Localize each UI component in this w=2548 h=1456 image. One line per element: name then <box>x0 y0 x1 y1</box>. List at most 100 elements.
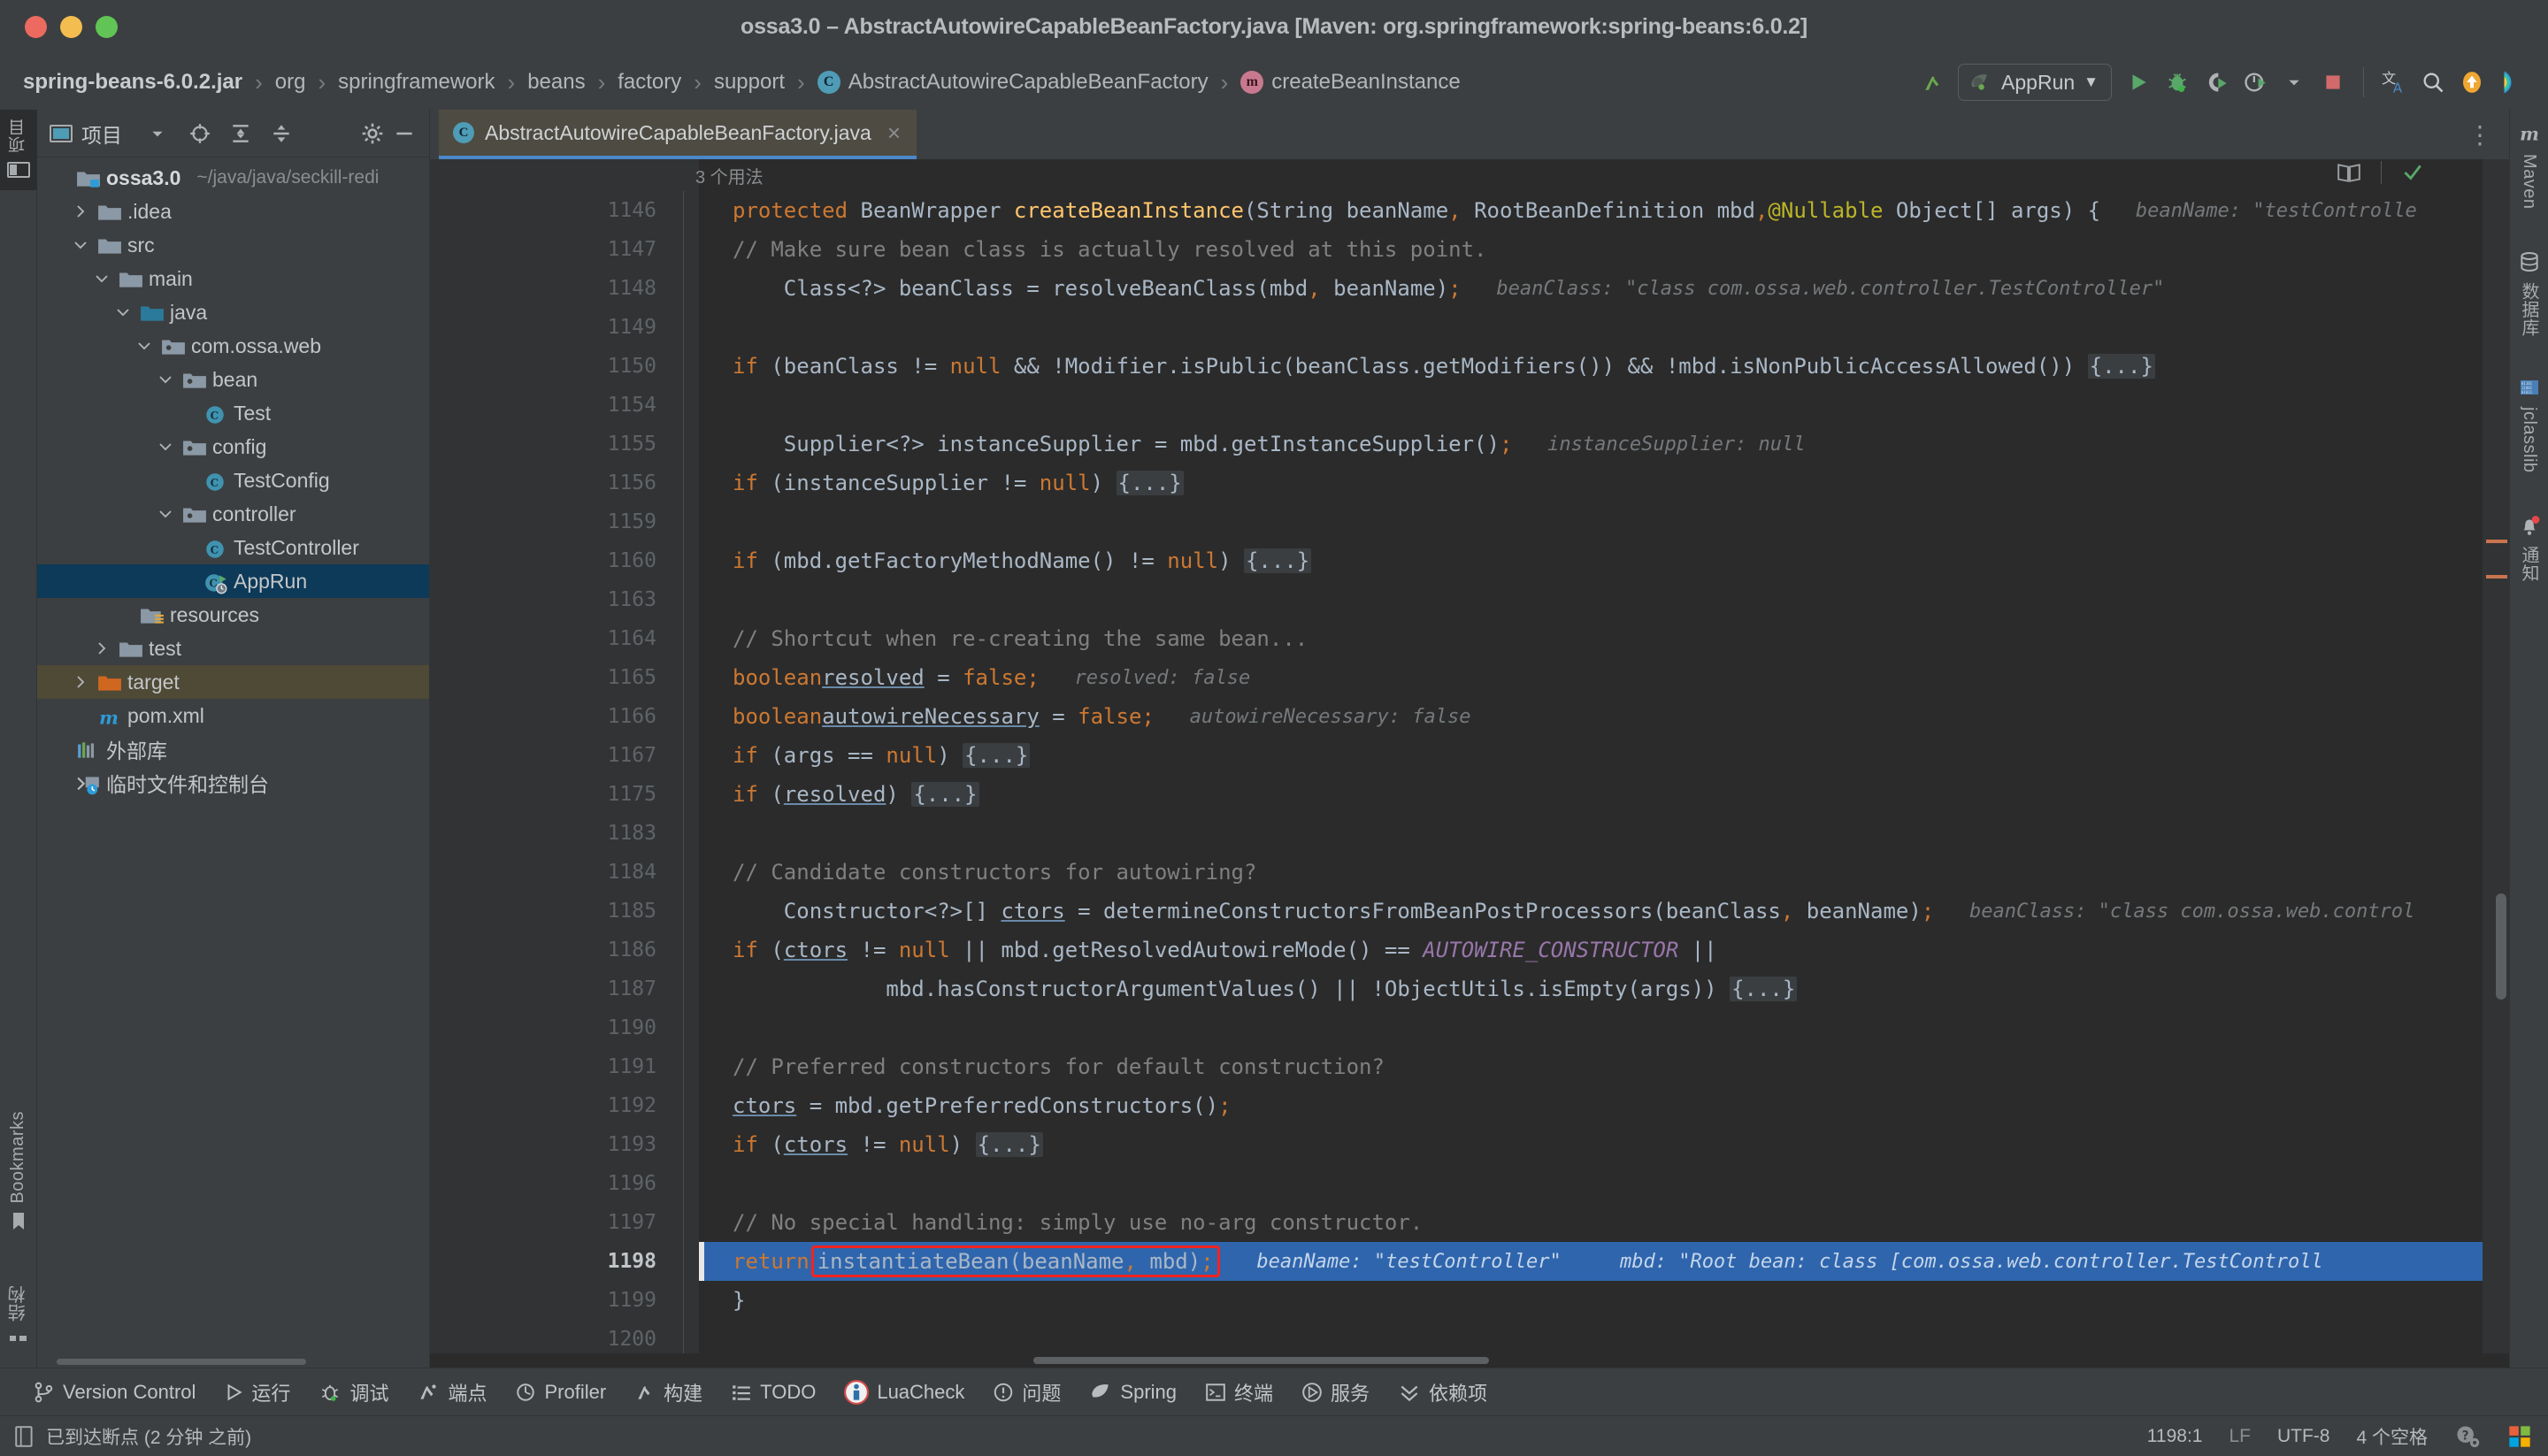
toolwindow-button--[interactable]: 端点 <box>403 1373 501 1412</box>
line-number-gutter[interactable]: 1146− 1147 1148 1149 1150+ 1154 1155 1156+ 1159 1… <box>430 159 692 1353</box>
toolwindow-button--[interactable]: 问题 <box>979 1373 1075 1412</box>
toolwindow-button--[interactable]: 调试 <box>304 1373 403 1412</box>
code-line[interactable]: Supplier<?> instanceSupplier = mbd.getIn… <box>699 425 2483 464</box>
line-number[interactable]: 1199− <box>430 1281 692 1320</box>
indent-setting[interactable]: 4 个空格 <box>2356 1423 2428 1450</box>
chevron-down-icon[interactable] <box>156 507 175 521</box>
stripe-mark[interactable] <box>2486 575 2507 579</box>
vertical-scrollbar-thumb[interactable] <box>2496 893 2506 1000</box>
line-number[interactable]: 1163 <box>430 580 669 619</box>
sidebar-item-notifications[interactable]: 通知 <box>2516 514 2542 582</box>
run-configuration-selector[interactable]: AppRun ▼ <box>1958 64 2112 101</box>
windows-squares-icon[interactable] <box>2507 1424 2532 1449</box>
code-line[interactable]: Constructor<?>[] ctors = determineConstr… <box>699 892 2483 931</box>
breadcrumb-item-support[interactable]: support <box>714 70 785 95</box>
gear-icon[interactable] <box>357 118 388 149</box>
breadcrumb-item-org[interactable]: org <box>275 70 306 95</box>
file-encoding[interactable]: UTF-8 <box>2277 1426 2330 1447</box>
minimize-window-button[interactable] <box>60 16 82 38</box>
line-number[interactable]: 1150+ <box>430 347 692 386</box>
line-number[interactable]: 1164 <box>430 619 669 658</box>
expand-all-button[interactable] <box>225 118 257 149</box>
stop-button[interactable] <box>2314 63 2352 102</box>
code-line[interactable]: if (args == null) {...} <box>699 736 2483 775</box>
code-line[interactable]: mbd.hasConstructorArgumentValues() || !O… <box>699 969 2483 1008</box>
code-line[interactable]: Class<?> beanClass = resolveBeanClass(mb… <box>699 269 2483 308</box>
close-window-button[interactable] <box>25 16 47 38</box>
sidebar-item-bookmarks[interactable]: Bookmarks <box>8 1102 28 1241</box>
chevron-down-icon[interactable]: ▼ <box>2084 73 2099 91</box>
toolwindow-button-spring[interactable]: Spring <box>1075 1373 1191 1412</box>
toolwindow-button--[interactable]: 依赖项 <box>1384 1373 1501 1412</box>
ide-assistant-button[interactable] <box>2491 63 2530 102</box>
chevron-down-icon[interactable] <box>134 339 154 353</box>
tree-node-test[interactable]: C Test <box>37 396 429 430</box>
kebab-menu-icon[interactable]: ⋮ <box>2467 120 2493 149</box>
tree-node-test[interactable]: test <box>37 632 429 665</box>
code-line[interactable]: } <box>699 1281 2483 1320</box>
profiler-dropdown[interactable] <box>2275 63 2314 102</box>
editor-tab[interactable]: C AbstractAutowireCapableBeanFactory.jav… <box>439 110 917 159</box>
line-number[interactable]: 1148 <box>430 269 669 308</box>
code-line[interactable]: if (instanceSupplier != null) {...} <box>699 464 2483 502</box>
code-line[interactable] <box>699 1164 2483 1203</box>
line-number[interactable]: 1184 <box>430 853 669 892</box>
chevron-down-icon[interactable] <box>156 372 175 387</box>
line-number[interactable]: 1183 <box>430 814 669 853</box>
question-gear-icon[interactable]: ? <box>2454 1424 2481 1449</box>
line-number[interactable]: 1186 <box>430 931 669 969</box>
breadcrumb-item-springframework[interactable]: springframework <box>338 70 495 95</box>
tree-node--[interactable]: 外部库 <box>37 732 429 766</box>
tree-node-bean[interactable]: bean <box>37 363 429 396</box>
line-number[interactable]: 1165 <box>430 658 669 697</box>
maximize-window-button[interactable] <box>96 16 118 38</box>
tree-node-target[interactable]: target <box>37 665 429 699</box>
line-number[interactable]: 1149 <box>430 308 669 347</box>
tree-node-testcontroller[interactable]: C TestController <box>37 531 429 564</box>
line-number[interactable]: 1154 <box>430 386 669 425</box>
toolwindow-button--[interactable]: 构建 <box>620 1373 717 1412</box>
chevron-right-icon[interactable] <box>71 674 90 690</box>
code-line[interactable]: if (mbd.getFactoryMethodName() != null) … <box>699 541 2483 580</box>
sidebar-item-maven[interactable]: m Maven <box>2518 122 2541 210</box>
line-number[interactable]: 1191 <box>430 1047 669 1086</box>
line-number[interactable]: 1155 <box>430 425 669 464</box>
sidebar-item-database[interactable]: 数据库 <box>2516 250 2542 336</box>
toolwindow-button-version-control[interactable]: Version Control <box>19 1373 210 1412</box>
breadcrumb-item-factory[interactable]: factory <box>618 70 681 95</box>
code-line[interactable]: // No special handling: simply use no-ar… <box>699 1203 2483 1242</box>
code-line[interactable] <box>699 814 2483 853</box>
code-line[interactable]: boolean autowireNecessary = false; autow… <box>699 697 2483 736</box>
tree-node-controller[interactable]: controller <box>37 497 429 531</box>
code-line[interactable]: // Make sure bean class is actually reso… <box>699 230 2483 269</box>
tree-node-src[interactable]: src <box>37 228 429 262</box>
line-number[interactable]: 1196 <box>430 1164 669 1203</box>
chevron-down-icon[interactable] <box>113 305 133 319</box>
tree-node-ossa3-0[interactable]: ossa3.0 ~/java/java/seckill-redi <box>37 161 429 195</box>
code-line[interactable]: // Preferred constructors for default co… <box>699 1047 2483 1086</box>
project-tree[interactable]: ossa3.0 ~/java/java/seckill-redi .idea src m… <box>37 157 429 1355</box>
window-controls[interactable] <box>0 16 118 38</box>
toolwindow-button--[interactable]: 运行 <box>210 1373 304 1412</box>
line-number[interactable]: 1159 <box>430 502 669 541</box>
toolwindow-button-todo[interactable]: TODO <box>717 1373 830 1412</box>
line-number[interactable]: 1175+ <box>430 775 692 814</box>
line-separator[interactable]: LF <box>2229 1426 2251 1447</box>
line-number[interactable]: 1166 <box>430 697 669 736</box>
tree-node-apprun[interactable]: C AppRun <box>37 564 429 598</box>
chevron-right-icon[interactable] <box>92 640 111 656</box>
tree-node-config[interactable]: config <box>37 430 429 464</box>
line-number[interactable]: 1147 <box>430 230 669 269</box>
run-button[interactable] <box>2119 63 2158 102</box>
code-line[interactable]: if (beanClass != null && !Modifier. isPub… <box>699 347 2483 386</box>
debug-button[interactable] <box>2158 63 2197 102</box>
line-number[interactable]: 1192 <box>430 1086 669 1125</box>
code-line[interactable] <box>699 1008 2483 1047</box>
build-project-button[interactable] <box>1914 63 1953 102</box>
tree-node-testconfig[interactable]: C TestConfig <box>37 464 429 497</box>
debugger-console-icon[interactable] <box>14 1425 35 1448</box>
chevron-right-icon[interactable] <box>71 203 90 219</box>
chevron-down-icon[interactable] <box>156 440 175 454</box>
code-line[interactable] <box>699 1320 2483 1353</box>
stripe-mark[interactable] <box>2486 540 2507 543</box>
